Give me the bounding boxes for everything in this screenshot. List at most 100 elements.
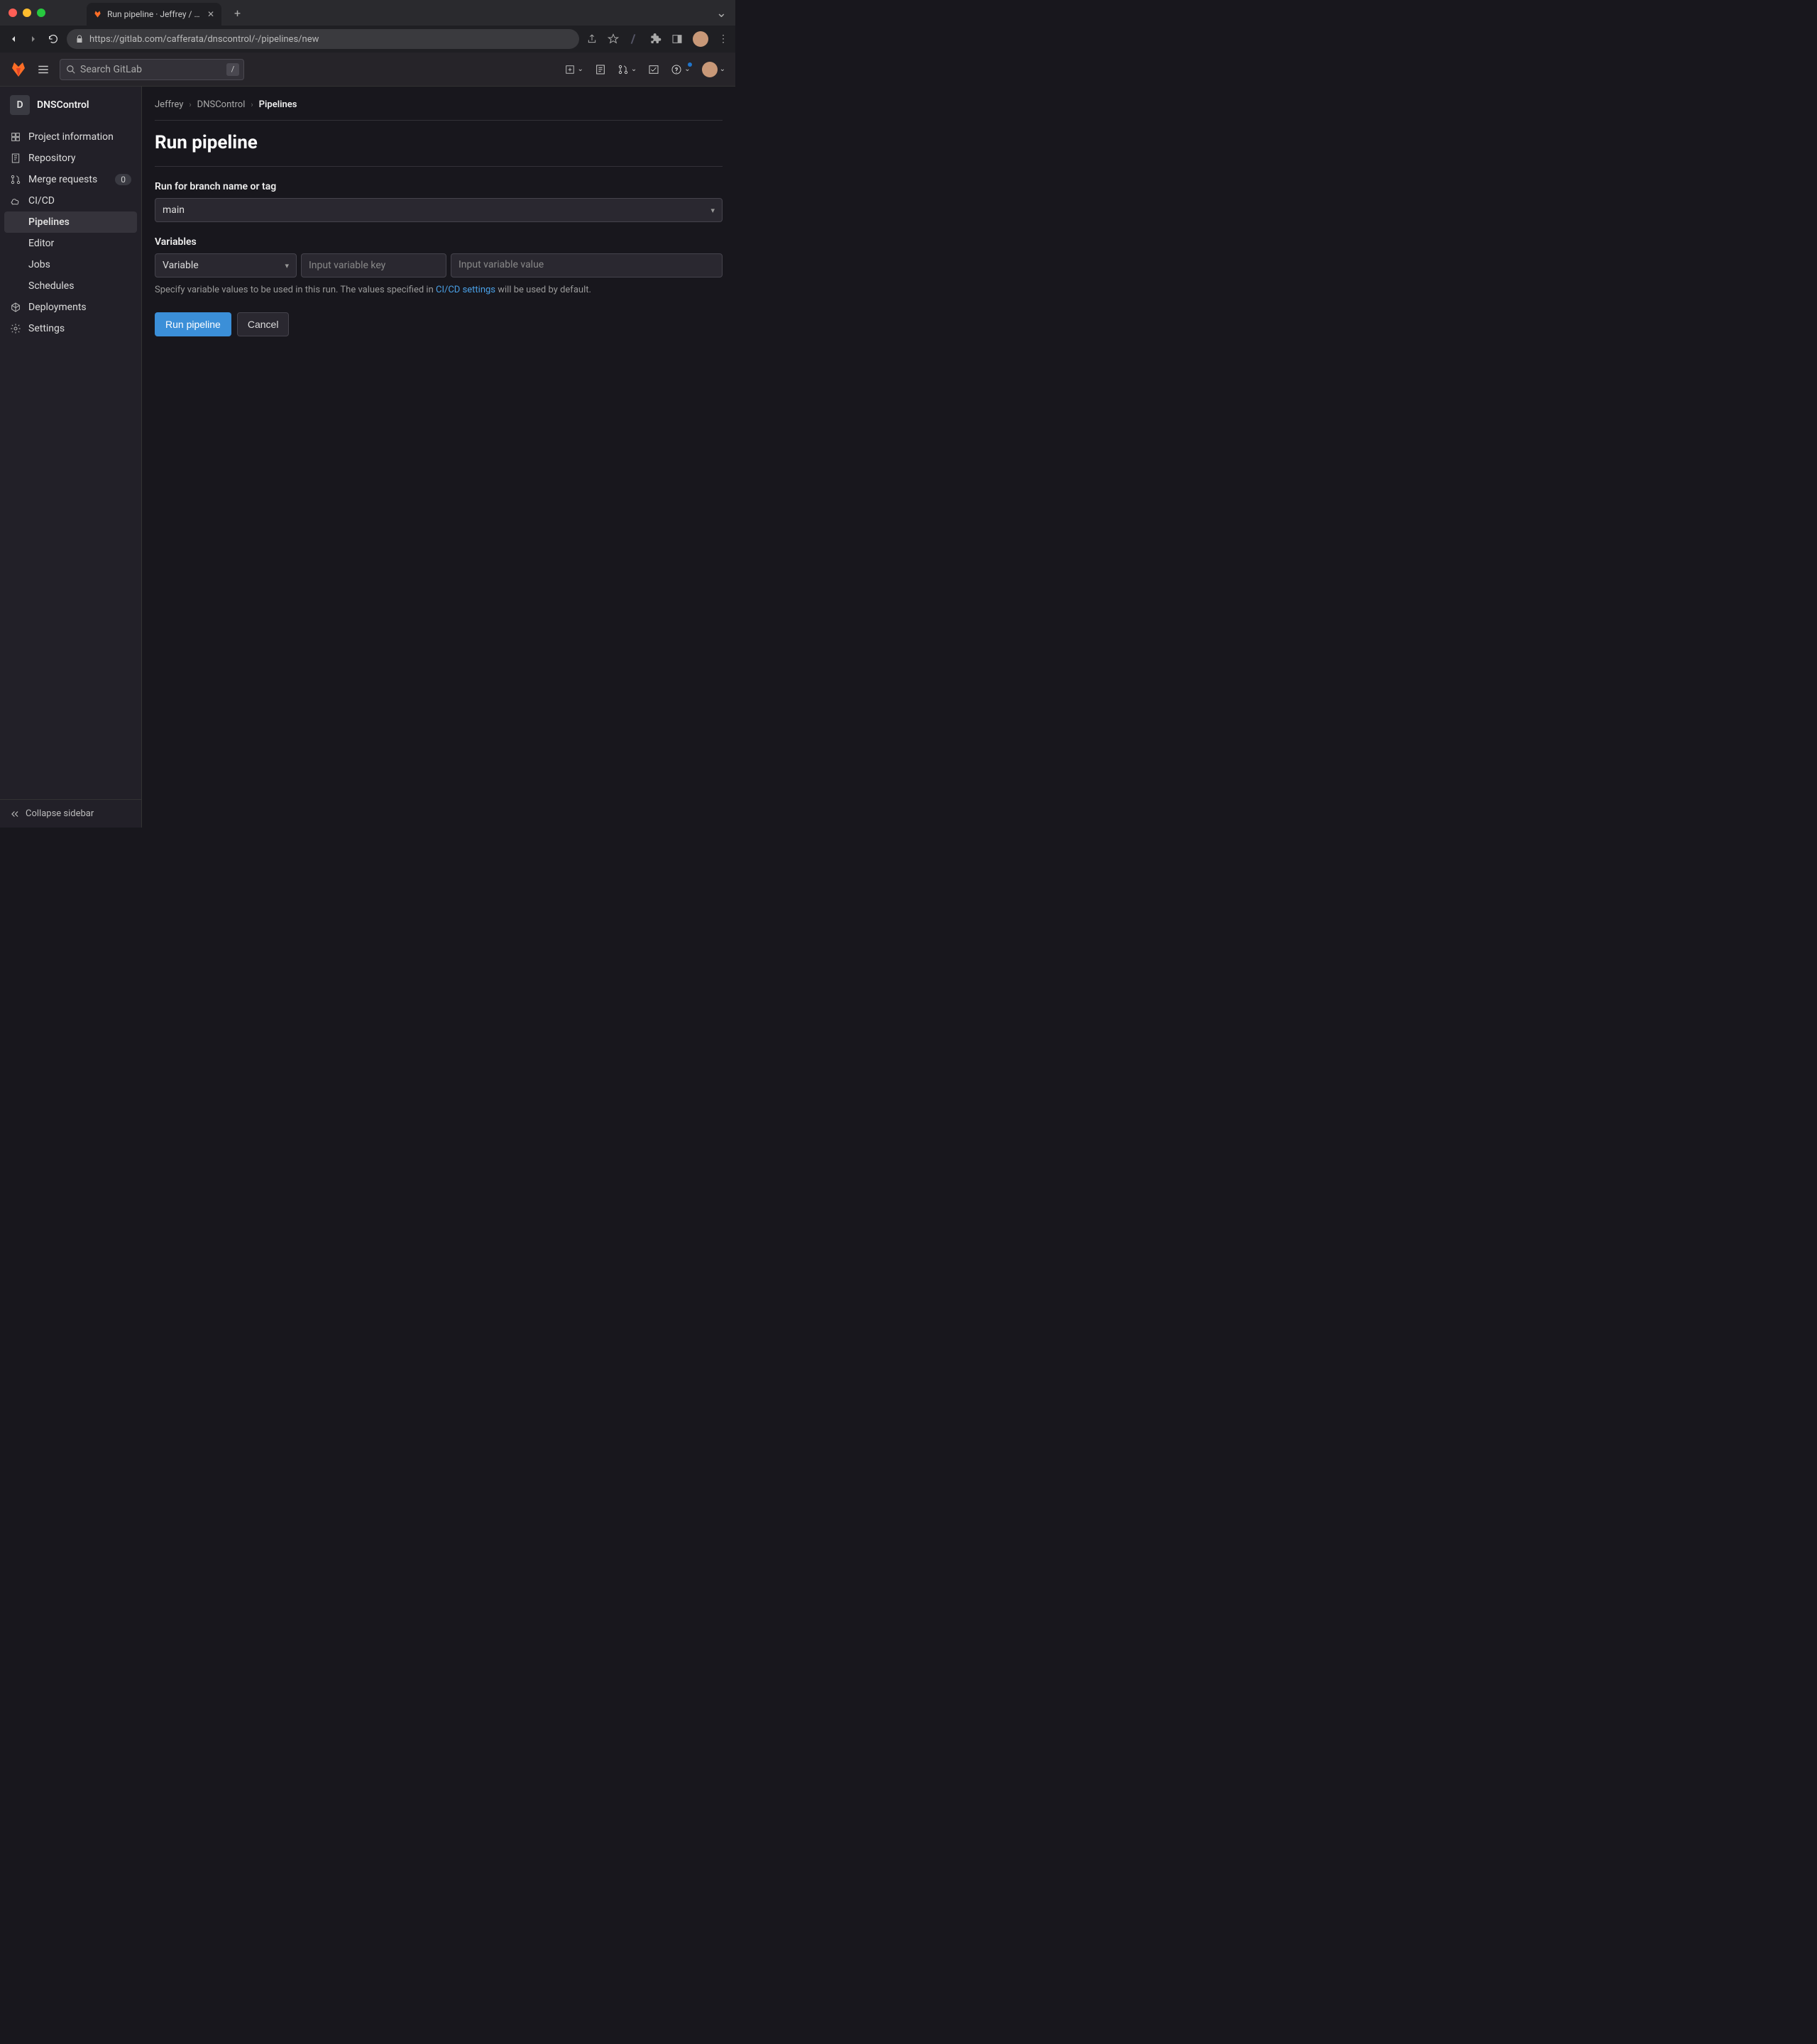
collapse-label: Collapse sidebar xyxy=(26,808,94,819)
sidebar-item-label: Settings xyxy=(28,323,65,334)
sidebar-item-label: Deployments xyxy=(28,302,87,313)
variable-type-select[interactable]: Variable ▾ xyxy=(155,253,297,278)
browser-tab[interactable]: Run pipeline · Jeffrey / DNSCo… ✕ xyxy=(87,3,221,26)
variable-type-value: Variable xyxy=(163,260,199,271)
panel-icon[interactable] xyxy=(671,33,683,45)
lock-icon xyxy=(75,35,84,43)
todos-icon[interactable] xyxy=(648,64,659,75)
chevrons-left-icon xyxy=(10,809,20,819)
minimize-window-button[interactable] xyxy=(23,9,31,17)
breadcrumb-separator-icon: › xyxy=(189,100,191,109)
sidebar-item-label: Repository xyxy=(28,153,75,164)
breadcrumb-separator-icon: › xyxy=(251,100,253,109)
issues-icon[interactable] xyxy=(595,64,606,75)
browser-profile-avatar[interactable] xyxy=(693,31,708,47)
toolbar-actions: ⋮ xyxy=(586,31,728,47)
help-text-pre: Specify variable values to be used in th… xyxy=(155,285,436,295)
hamburger-menu-icon[interactable] xyxy=(37,63,50,76)
chevron-down-icon: ▾ xyxy=(710,206,715,215)
merge-request-icon xyxy=(10,174,21,185)
page-title: Run pipeline xyxy=(155,132,723,167)
deployments-icon xyxy=(10,302,21,313)
sidebar-subitem-editor[interactable]: Editor xyxy=(0,233,141,254)
sidebar-subitem-schedules[interactable]: Schedules xyxy=(0,275,141,297)
close-tab-icon[interactable]: ✕ xyxy=(207,9,214,19)
gitlab-logo-icon[interactable] xyxy=(10,61,27,78)
extensions-icon[interactable] xyxy=(650,33,662,45)
sidebar-item-label: Jobs xyxy=(28,259,50,270)
chevron-down-icon: ▾ xyxy=(285,261,289,270)
action-buttons: Run pipeline Cancel xyxy=(155,312,723,336)
cancel-button[interactable]: Cancel xyxy=(237,312,290,336)
sidebar-item-repository[interactable]: Repository xyxy=(0,148,141,169)
sidebar-item-label: Pipelines xyxy=(28,216,70,228)
variable-value-input[interactable] xyxy=(451,253,723,278)
new-tab-button[interactable]: + xyxy=(234,6,241,20)
browser-menu-icon[interactable]: ⋮ xyxy=(718,33,728,45)
sidebar-item-label: Merge requests xyxy=(28,174,97,185)
branch-label: Run for branch name or tag xyxy=(155,181,723,192)
search-shortcut-key: / xyxy=(226,63,239,76)
project-header[interactable]: D DNSControl xyxy=(0,87,141,123)
create-new-button[interactable]: ⌄ xyxy=(565,65,583,75)
collapse-sidebar-button[interactable]: Collapse sidebar xyxy=(0,799,141,828)
repository-icon xyxy=(10,153,21,164)
reload-button[interactable] xyxy=(47,33,60,45)
script-icon[interactable] xyxy=(629,33,640,45)
navbar-actions: ⌄ ⌄ ⌄ ⌄ xyxy=(565,62,725,77)
user-avatar xyxy=(702,62,718,77)
browser-tab-bar: Run pipeline · Jeffrey / DNSCo… ✕ + ⌄ xyxy=(0,0,735,26)
sidebar-item-label: CI/CD xyxy=(28,195,55,207)
breadcrumb-current: Pipelines xyxy=(259,99,297,110)
bookmark-icon[interactable] xyxy=(608,33,619,45)
project-sidebar: D DNSControl Project information Reposit… xyxy=(0,87,142,828)
back-button[interactable] xyxy=(7,33,20,45)
window-controls xyxy=(9,9,45,17)
help-icon[interactable]: ⌄ xyxy=(671,64,690,75)
gear-icon xyxy=(10,323,21,334)
cicd-settings-link[interactable]: CI/CD settings xyxy=(436,285,495,295)
variable-row: Variable ▾ xyxy=(155,253,723,278)
sidebar-item-label: Schedules xyxy=(28,280,74,292)
mr-count-badge: 0 xyxy=(115,174,131,185)
search-icon xyxy=(66,65,76,75)
share-icon[interactable] xyxy=(586,33,598,45)
gitlab-favicon-icon xyxy=(94,9,101,19)
variables-help-text: Specify variable values to be used in th… xyxy=(155,285,723,295)
sidebar-item-merge-requests[interactable]: Merge requests 0 xyxy=(0,169,141,190)
sidebar-item-label: Editor xyxy=(28,238,54,249)
sidebar-subitem-pipelines[interactable]: Pipelines xyxy=(4,211,137,233)
search-placeholder: Search GitLab xyxy=(80,64,142,75)
run-pipeline-button[interactable]: Run pipeline xyxy=(155,312,231,336)
gitlab-navbar: Search GitLab / ⌄ ⌄ ⌄ ⌄ xyxy=(0,53,735,87)
breadcrumb: Jeffrey › DNSControl › Pipelines xyxy=(155,99,723,121)
cicd-icon xyxy=(10,195,21,207)
maximize-window-button[interactable] xyxy=(37,9,45,17)
project-info-icon xyxy=(10,131,21,143)
variables-label: Variables xyxy=(155,236,723,248)
sidebar-item-deployments[interactable]: Deployments xyxy=(0,297,141,318)
url-text: https://gitlab.com/cafferata/dnscontrol/… xyxy=(89,34,319,45)
sidebar-subitem-jobs[interactable]: Jobs xyxy=(0,254,141,275)
sidebar-item-settings[interactable]: Settings xyxy=(0,318,141,339)
breadcrumb-item[interactable]: DNSControl xyxy=(197,99,246,110)
tabs-dropdown-icon[interactable]: ⌄ xyxy=(716,6,727,21)
browser-toolbar: https://gitlab.com/cafferata/dnscontrol/… xyxy=(0,26,735,53)
address-bar[interactable]: https://gitlab.com/cafferata/dnscontrol/… xyxy=(67,29,579,49)
project-initial-badge: D xyxy=(10,95,30,115)
search-input[interactable]: Search GitLab / xyxy=(60,59,244,80)
sidebar-item-project-information[interactable]: Project information xyxy=(0,126,141,148)
variable-key-input[interactable] xyxy=(301,253,446,278)
branch-select[interactable]: main ▾ xyxy=(155,198,723,222)
project-name: DNSControl xyxy=(37,99,89,111)
forward-button[interactable] xyxy=(27,33,40,45)
breadcrumb-item[interactable]: Jeffrey xyxy=(155,99,183,110)
sidebar-nav: Project information Repository Merge req… xyxy=(0,123,141,342)
merge-requests-icon[interactable]: ⌄ xyxy=(617,64,637,75)
main-content: Jeffrey › DNSControl › Pipelines Run pip… xyxy=(142,87,735,828)
branch-value: main xyxy=(163,204,185,216)
sidebar-item-label: Project information xyxy=(28,131,114,143)
sidebar-item-cicd[interactable]: CI/CD xyxy=(0,190,141,211)
close-window-button[interactable] xyxy=(9,9,17,17)
user-menu[interactable]: ⌄ xyxy=(702,62,725,77)
